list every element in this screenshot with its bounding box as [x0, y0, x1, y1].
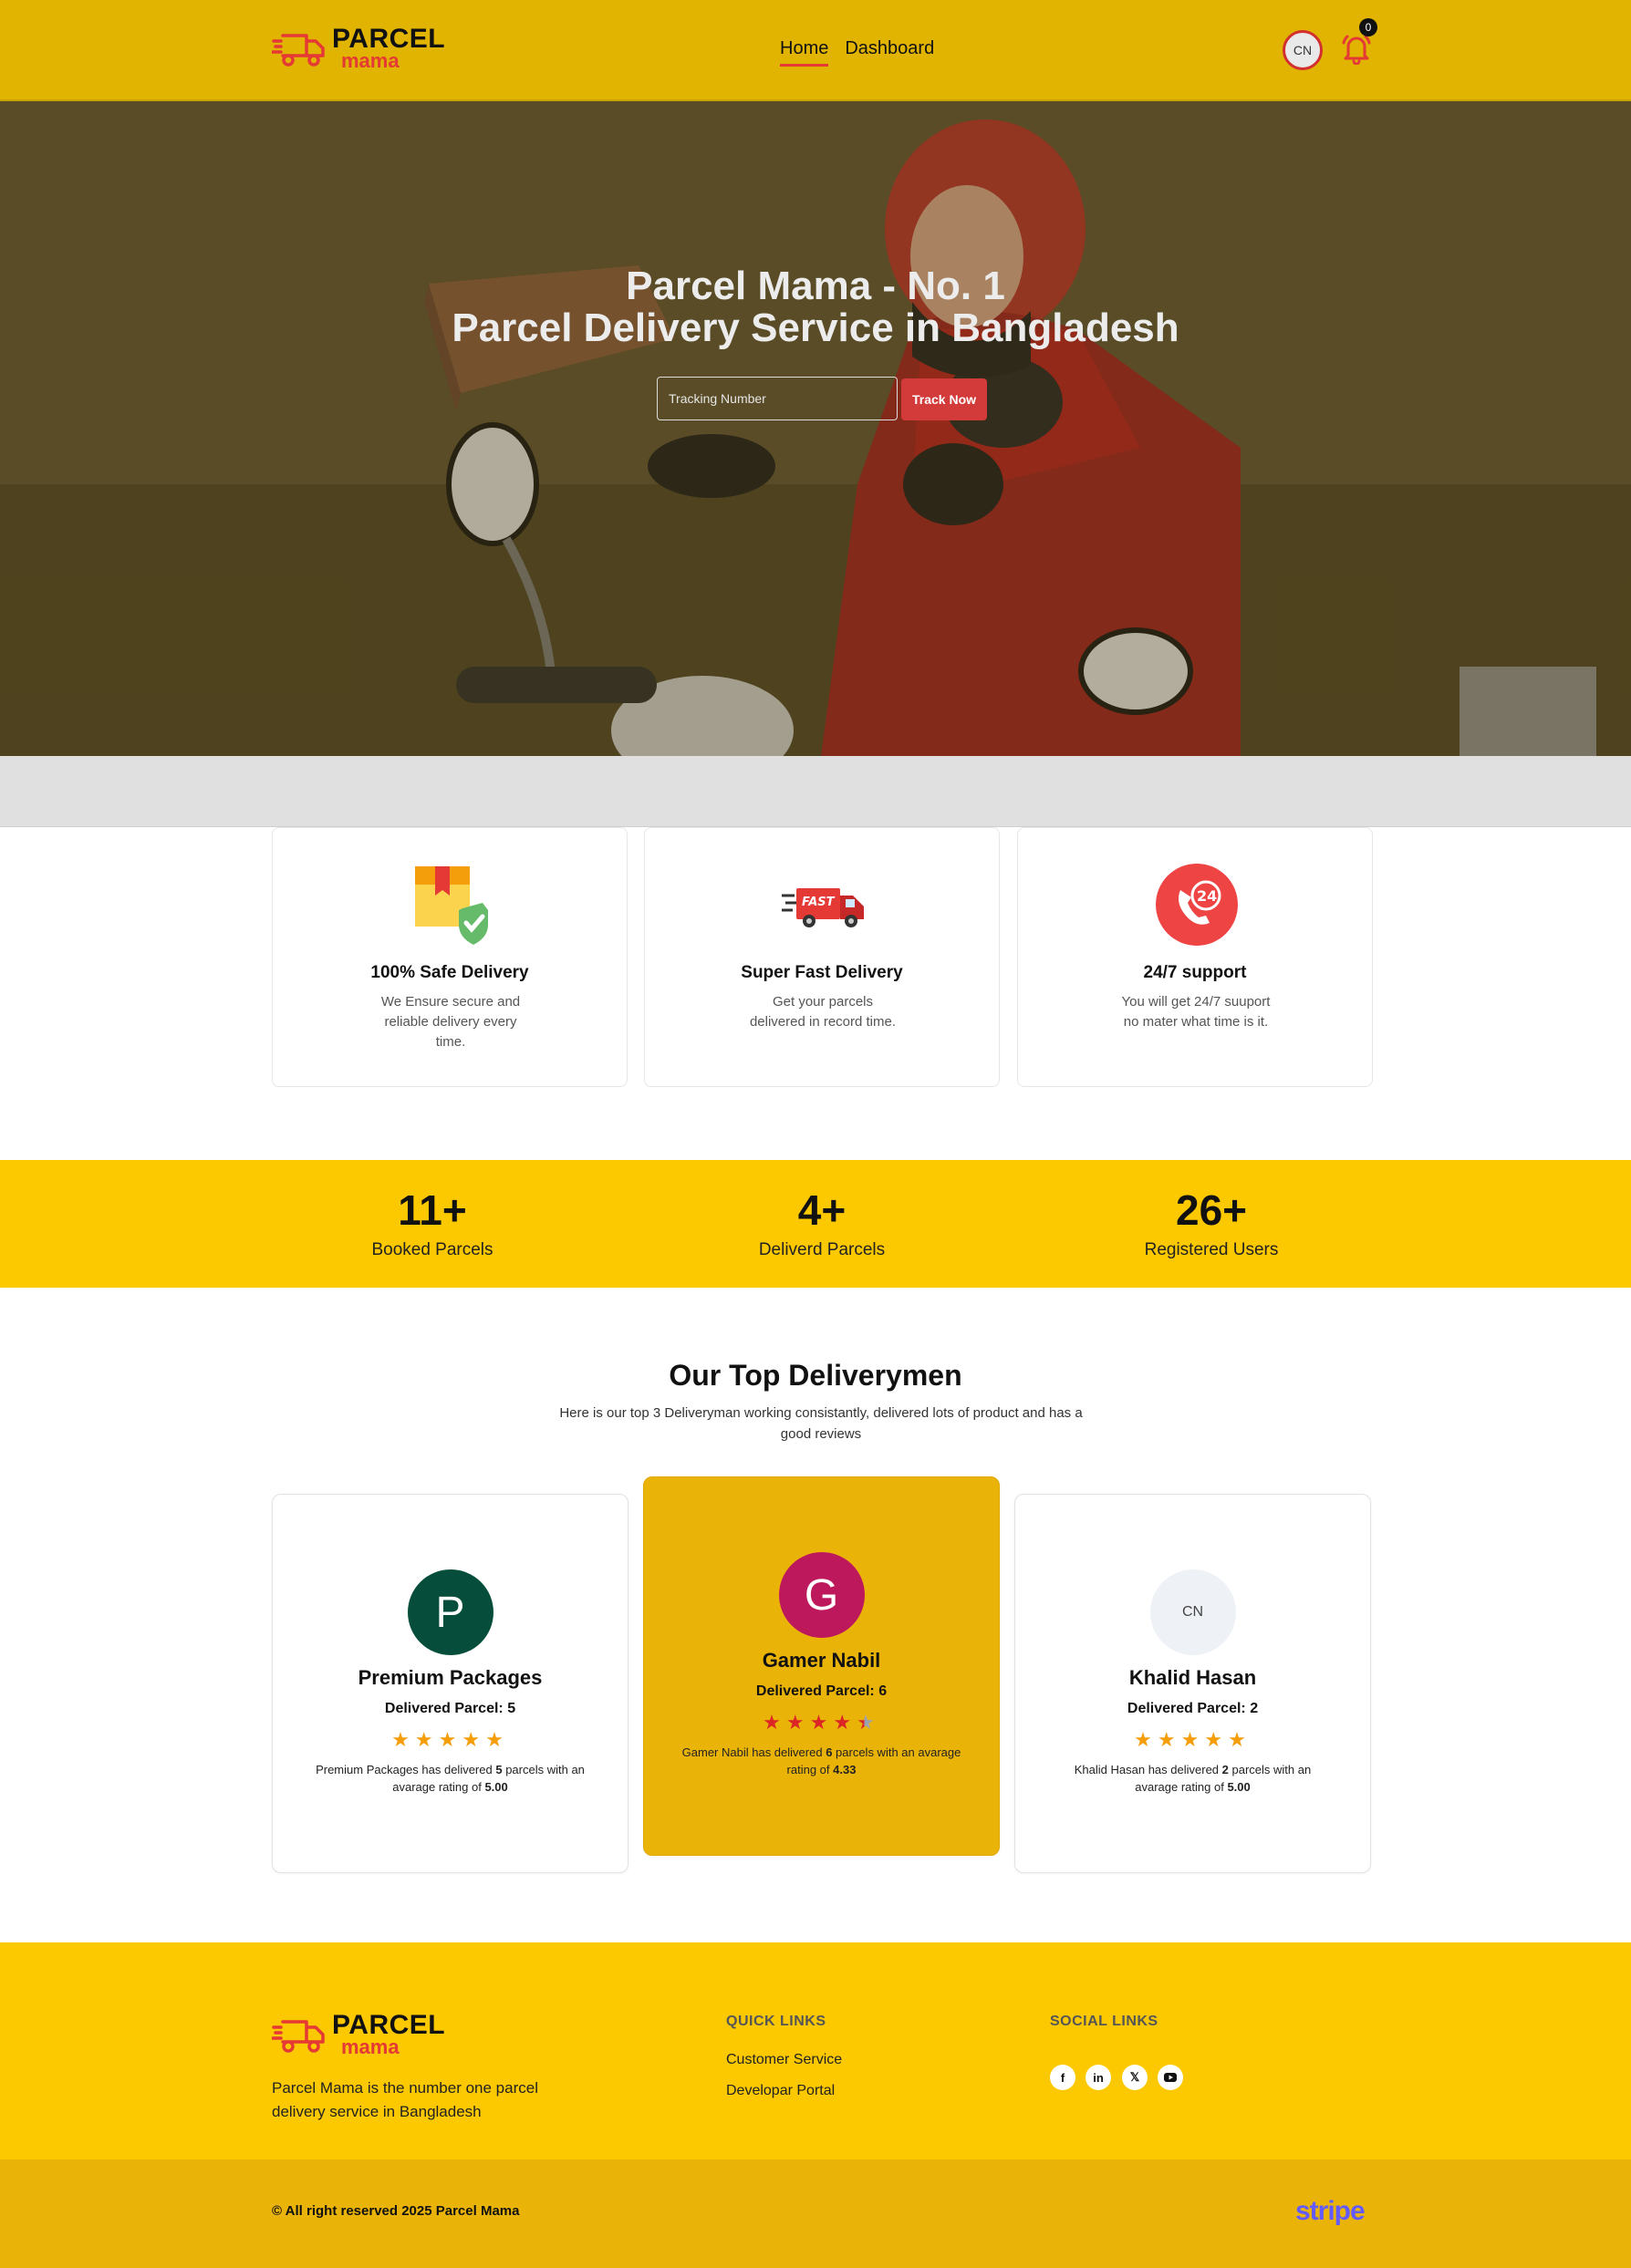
- feature-title: 24/7 support: [1143, 963, 1247, 982]
- star-icon: ★: [485, 1728, 509, 1751]
- star-icon: ★: [1134, 1728, 1158, 1751]
- deliveryman-summary: Premium Packages has delivered 5 parcels…: [316, 1763, 585, 1794]
- deliveryman-name: Gamer Nabil: [762, 1649, 881, 1672]
- feature-title: Super Fast Delivery: [741, 963, 903, 982]
- stat-delivered-parcels: 4+ Deliverd Parcels: [703, 1187, 940, 1260]
- star-icon: ★: [414, 1728, 439, 1751]
- feature-description: We Ensure secure and reliable delivery e…: [380, 994, 521, 1050]
- deliveryman-summary: Gamer Nabil has delivered 6 parcels with…: [681, 1745, 961, 1776]
- linkedin-icon[interactable]: in: [1086, 2065, 1111, 2090]
- notification-badge: 0: [1359, 18, 1377, 36]
- bell-icon[interactable]: [1341, 32, 1372, 65]
- star-icon: ★: [438, 1728, 462, 1751]
- avatar: P: [407, 1569, 493, 1655]
- star-icon: ★: [391, 1728, 415, 1751]
- x-icon[interactable]: 𝕏: [1122, 2065, 1148, 2090]
- rating-stars: ★★★★★: [1015, 1728, 1370, 1752]
- feature-card-support: 24 24/7 support You will get 24/7 suupor…: [1017, 827, 1373, 1087]
- deliveryman-summary: Khalid Hasan has delivered 2 parcels wit…: [1074, 1763, 1312, 1794]
- safe-box-icon: [415, 866, 488, 945]
- social-links-heading: SOCIAL LINKS: [1050, 2014, 1158, 2029]
- stats-section: 11+ Booked Parcels 4+ Deliverd Parcels 2…: [0, 1160, 1631, 1288]
- star-icon: ★: [857, 1711, 880, 1734]
- deliveryman-card: CN Khalid Hasan Delivered Parcel: 2 ★★★★…: [1014, 1494, 1371, 1873]
- footer-brand-logo[interactable]: PARCEL mama: [272, 2012, 445, 2057]
- footer-bottom-bar: © All right reserved 2025 Parcel Mama st…: [0, 2159, 1631, 2268]
- star-icon: ★: [809, 1711, 834, 1734]
- stat-booked-parcels: 11+ Booked Parcels: [314, 1187, 551, 1260]
- avatar: CN: [1149, 1569, 1236, 1655]
- section-subtitle: Here is our top 3 Deliveryman working co…: [559, 1405, 1083, 1442]
- footer-about-text: Parcel Mama is the number one parcel del…: [272, 2079, 538, 2120]
- svg-text:FAST: FAST: [802, 896, 836, 909]
- fast-truck-icon: FAST: [782, 888, 864, 927]
- deliveryman-card-featured: G Gamer Nabil Delivered Parcel: 6 ★★★★★ …: [643, 1476, 1000, 1856]
- star-icon: ★: [763, 1711, 786, 1734]
- stat-label: Deliverd Parcels: [758, 1240, 886, 1259]
- delivered-count: Delivered Parcel: 2: [1127, 1701, 1259, 1716]
- truck-logo-icon: [272, 34, 325, 67]
- footer: PARCEL mama Parcel Mama is the number on…: [0, 1942, 1631, 2159]
- star-icon: ★: [1204, 1728, 1229, 1751]
- section-title: Our Top Deliverymen: [669, 1359, 962, 1392]
- avatar: G: [778, 1552, 865, 1638]
- brand-word-2: mama: [341, 49, 400, 72]
- tracking-number-input[interactable]: [657, 377, 898, 420]
- feature-title: 100% Safe Delivery: [370, 963, 529, 982]
- brand-word-2: mama: [341, 2035, 400, 2058]
- hero-title: Parcel Mama - No. 1 Parcel Delivery Serv…: [452, 264, 1179, 350]
- stat-label: Registered Users: [1144, 1240, 1279, 1259]
- feature-description: Get your parcels delivered in record tim…: [749, 994, 897, 1030]
- star-icon: ★: [462, 1728, 486, 1751]
- user-avatar[interactable]: CN: [1283, 30, 1323, 70]
- developer-portal-link[interactable]: Developar Portal: [726, 2083, 835, 2099]
- section-divider-band: [0, 756, 1631, 827]
- star-icon: ★: [1157, 1728, 1181, 1751]
- stat-label: Booked Parcels: [371, 1240, 493, 1259]
- youtube-icon[interactable]: [1158, 2065, 1183, 2090]
- stripe-logo: stripe: [1295, 2196, 1366, 2226]
- support-24-icon: 24: [1156, 864, 1238, 946]
- deliveryman-name: Khalid Hasan: [1128, 1666, 1257, 1689]
- svg-text:24: 24: [1197, 887, 1217, 905]
- feature-description: You will get 24/7 suuport no mater what …: [1121, 994, 1271, 1030]
- copyright-text: © All right reserved 2025 Parcel Mama: [272, 2203, 520, 2219]
- feature-card-fast: FAST Super Fast Delivery Get your parcel…: [644, 827, 1000, 1087]
- delivered-count: Delivered Parcel: 5: [384, 1701, 516, 1716]
- stat-value: 26+: [1175, 1186, 1248, 1234]
- nav-home-link[interactable]: Home: [780, 38, 829, 67]
- star-icon: ★: [833, 1711, 857, 1734]
- hero-section: Parcel Mama - No. 1 Parcel Delivery Serv…: [0, 101, 1631, 756]
- customer-service-link[interactable]: Customer Service: [726, 2052, 842, 2068]
- deliveryman-name: Premium Packages: [358, 1666, 543, 1689]
- feature-card-safe: 100% Safe Delivery We Ensure secure and …: [272, 827, 628, 1087]
- stat-registered-users: 26+ Registered Users: [1093, 1187, 1330, 1260]
- main-nav: Home Dashboard: [780, 38, 934, 67]
- delivered-count: Delivered Parcel: 6: [755, 1683, 888, 1699]
- stat-value: 4+: [797, 1186, 847, 1234]
- rating-stars: ★★★★★: [644, 1711, 999, 1735]
- stat-value: 11+: [398, 1186, 467, 1234]
- navbar: PARCEL mama Home Dashboard CN 0: [0, 0, 1631, 101]
- rating-stars: ★★★★★: [273, 1728, 628, 1752]
- quick-links-heading: QUICK LINKS: [726, 2014, 826, 2029]
- star-icon: ★: [1228, 1728, 1252, 1751]
- star-icon: ★: [1180, 1728, 1205, 1751]
- deliveryman-card: P Premium Packages Delivered Parcel: 5 ★…: [272, 1494, 629, 1873]
- nav-dashboard-link[interactable]: Dashboard: [845, 38, 934, 67]
- track-now-button[interactable]: Track Now: [901, 378, 987, 420]
- star-icon: ★: [785, 1711, 810, 1734]
- truck-logo-icon: [272, 2020, 325, 2053]
- brand-logo[interactable]: PARCEL mama: [272, 26, 445, 71]
- facebook-icon[interactable]: f: [1050, 2065, 1075, 2090]
